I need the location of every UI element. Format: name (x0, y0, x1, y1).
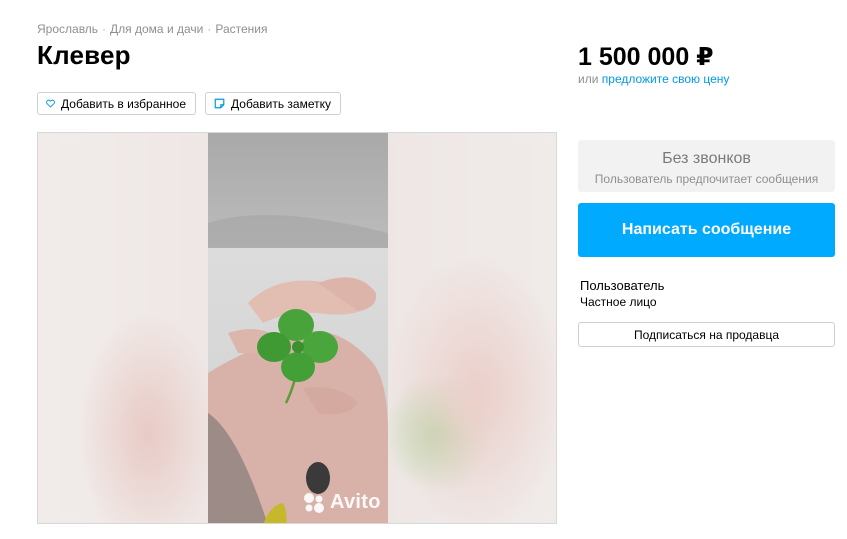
price: 1 500 000 ₽ (578, 43, 714, 71)
avito-logo-icon (304, 492, 324, 513)
four-leaf-clover-photo-icon (208, 133, 388, 523)
breadcrumb-separator: · (102, 22, 107, 36)
offer-price-link[interactable]: предложите свою цену (602, 72, 730, 86)
add-note-button[interactable]: Добавить заметку (205, 92, 341, 115)
add-note-label: Добавить заметку (231, 96, 331, 111)
page-title: Клевер (37, 40, 131, 70)
avito-watermark-text: Avito (330, 491, 381, 513)
no-calls-notice: Без звонков Пользователь предпочитает со… (578, 140, 835, 192)
write-message-button[interactable]: Написать сообщение (578, 203, 835, 257)
heart-icon (46, 99, 55, 108)
subscribe-seller-button[interactable]: Подписаться на продавца (578, 322, 835, 347)
seller-type: Частное лицо (580, 295, 657, 309)
no-calls-subtitle: Пользователь предпочитает сообщения (594, 172, 819, 186)
breadcrumb-separator: · (207, 22, 212, 36)
avito-watermark: Avito (303, 491, 381, 514)
breadcrumb-item-city[interactable]: Ярославль (37, 22, 98, 36)
seller-name[interactable]: Пользователь (580, 278, 664, 293)
photo-gallery[interactable]: Avito (37, 132, 557, 524)
breadcrumb: Ярославль · Для дома и дачи · Растения (37, 22, 268, 36)
breadcrumb-item-subcategory[interactable]: Растения (215, 22, 267, 36)
price-prefix: или (578, 72, 599, 86)
breadcrumb-item-category[interactable]: Для дома и дачи (110, 22, 203, 36)
add-to-favorites-label: Добавить в избранное (61, 96, 186, 111)
price-offer-line: или предложите свою цену (578, 72, 729, 86)
no-calls-title: Без звонков (662, 150, 751, 167)
add-to-favorites-button[interactable]: Добавить в избранное (37, 92, 196, 115)
listing-photo[interactable] (208, 133, 388, 523)
note-icon (214, 98, 225, 109)
